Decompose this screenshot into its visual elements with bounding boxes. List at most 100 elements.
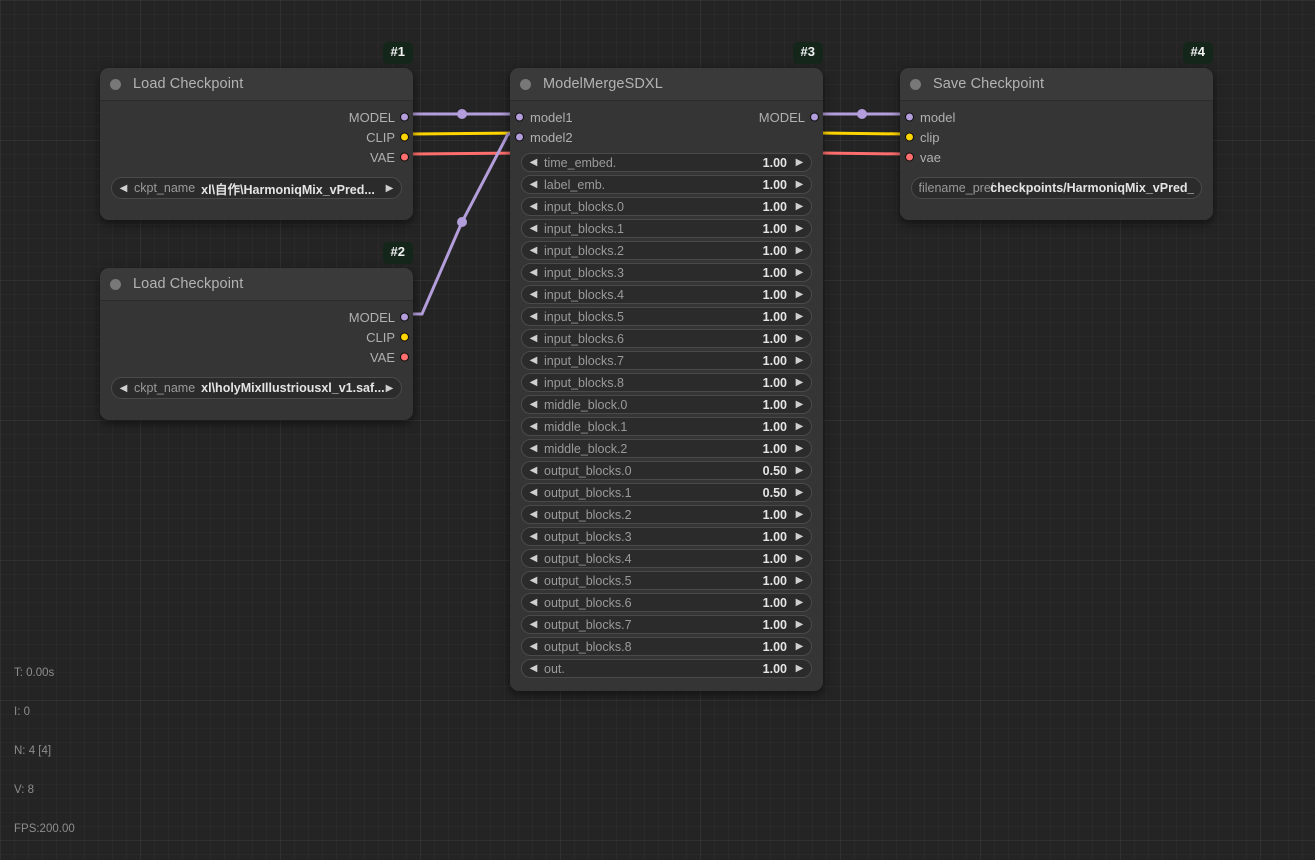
chevron-left-icon[interactable]: ◀ <box>529 158 538 167</box>
widget-merge-ratio[interactable]: ◀middle_block.11.00▶ <box>521 417 812 436</box>
output-slot-vae[interactable]: VAE <box>100 347 413 367</box>
chevron-left-icon[interactable]: ◀ <box>529 642 538 651</box>
chevron-left-icon[interactable]: ◀ <box>529 554 538 563</box>
chevron-left-icon[interactable]: ◀ <box>529 576 538 585</box>
clip-slot-dot[interactable] <box>400 333 409 342</box>
vae-slot-dot[interactable] <box>400 353 409 362</box>
node-title-bar[interactable]: Save Checkpoint <box>900 68 1213 101</box>
chevron-right-icon[interactable]: ▶ <box>795 312 804 321</box>
chevron-right-icon[interactable]: ▶ <box>795 664 804 673</box>
vae-slot-dot[interactable] <box>905 153 914 162</box>
chevron-right-icon[interactable]: ▶ <box>795 158 804 167</box>
widget-merge-ratio[interactable]: ◀input_blocks.81.00▶ <box>521 373 812 392</box>
widget-ckpt-name[interactable]: ◀ ckpt_name xl\自作\HarmoniqMix_vPred... ▶ <box>111 177 402 199</box>
widget-merge-ratio[interactable]: ◀input_blocks.51.00▶ <box>521 307 812 326</box>
chevron-right-icon[interactable]: ▶ <box>795 554 804 563</box>
chevron-left-icon[interactable]: ◀ <box>529 510 538 519</box>
node-title-bar[interactable]: Load Checkpoint <box>100 68 413 101</box>
vae-slot-dot[interactable] <box>400 153 409 162</box>
chevron-left-icon[interactable]: ◀ <box>529 224 538 233</box>
chevron-right-icon[interactable]: ▶ <box>795 290 804 299</box>
input-slot-vae[interactable]: vae <box>900 147 1213 167</box>
input-slot-model2[interactable]: model2 <box>510 127 823 147</box>
chevron-left-icon[interactable]: ◀ <box>529 334 538 343</box>
chevron-right-icon[interactable]: ▶ <box>795 466 804 475</box>
chevron-right-icon[interactable]: ▶ <box>385 184 394 193</box>
widget-merge-ratio[interactable]: ◀output_blocks.61.00▶ <box>521 593 812 612</box>
output-slot-model[interactable]: MODEL <box>100 107 413 127</box>
node-model-merge-sdxl[interactable]: #3 ModelMergeSDXL model1 MODEL model2 <box>510 68 823 691</box>
chevron-right-icon[interactable]: ▶ <box>795 334 804 343</box>
chevron-left-icon[interactable]: ◀ <box>529 400 538 409</box>
node-collapse-icon[interactable] <box>110 79 121 90</box>
widget-merge-ratio[interactable]: ◀output_blocks.41.00▶ <box>521 549 812 568</box>
node-title-bar[interactable]: Load Checkpoint <box>100 268 413 301</box>
chevron-right-icon[interactable]: ▶ <box>795 488 804 497</box>
widget-merge-ratio[interactable]: ◀input_blocks.31.00▶ <box>521 263 812 282</box>
chevron-left-icon[interactable]: ◀ <box>529 180 538 189</box>
chevron-right-icon[interactable]: ▶ <box>795 576 804 585</box>
chevron-right-icon[interactable]: ▶ <box>795 246 804 255</box>
widget-merge-ratio[interactable]: ◀input_blocks.21.00▶ <box>521 241 812 260</box>
chevron-right-icon[interactable]: ▶ <box>795 400 804 409</box>
chevron-left-icon[interactable]: ◀ <box>529 444 538 453</box>
chevron-left-icon[interactable]: ◀ <box>529 620 538 629</box>
chevron-right-icon[interactable]: ▶ <box>795 444 804 453</box>
widget-merge-ratio[interactable]: ◀output_blocks.51.00▶ <box>521 571 812 590</box>
model2-slot-dot[interactable] <box>515 133 524 142</box>
chevron-right-icon[interactable]: ▶ <box>795 356 804 365</box>
chevron-left-icon[interactable]: ◀ <box>529 378 538 387</box>
chevron-right-icon[interactable]: ▶ <box>385 384 394 393</box>
chevron-right-icon[interactable]: ▶ <box>795 180 804 189</box>
model-out-slot-dot[interactable] <box>810 113 819 122</box>
widget-merge-ratio[interactable]: ◀input_blocks.01.00▶ <box>521 197 812 216</box>
chevron-right-icon[interactable]: ▶ <box>795 598 804 607</box>
widget-merge-ratio[interactable]: ◀out.1.00▶ <box>521 659 812 678</box>
model-slot-dot[interactable] <box>400 313 409 322</box>
widget-merge-ratio[interactable]: ◀output_blocks.31.00▶ <box>521 527 812 546</box>
node-collapse-icon[interactable] <box>110 279 121 290</box>
widget-merge-ratio[interactable]: ◀input_blocks.71.00▶ <box>521 351 812 370</box>
model-slot-dot[interactable] <box>905 113 914 122</box>
chevron-left-icon[interactable]: ◀ <box>529 268 538 277</box>
widget-merge-ratio[interactable]: ◀output_blocks.71.00▶ <box>521 615 812 634</box>
widget-ckpt-name[interactable]: ◀ ckpt_name xl\holyMixIllustriousxl_v1.s… <box>111 377 402 399</box>
chevron-right-icon[interactable]: ▶ <box>795 378 804 387</box>
chevron-right-icon[interactable]: ▶ <box>795 532 804 541</box>
widget-merge-ratio[interactable]: ◀middle_block.21.00▶ <box>521 439 812 458</box>
output-slot-model[interactable]: MODEL <box>100 307 413 327</box>
chevron-right-icon[interactable]: ▶ <box>795 224 804 233</box>
widget-merge-ratio[interactable]: ◀input_blocks.11.00▶ <box>521 219 812 238</box>
chevron-left-icon[interactable]: ◀ <box>529 312 538 321</box>
widget-merge-ratio[interactable]: ◀output_blocks.81.00▶ <box>521 637 812 656</box>
chevron-left-icon[interactable]: ◀ <box>529 664 538 673</box>
widget-merge-ratio[interactable]: ◀middle_block.01.00▶ <box>521 395 812 414</box>
input-slot-clip[interactable]: clip <box>900 127 1213 147</box>
chevron-left-icon[interactable]: ◀ <box>529 290 538 299</box>
chevron-left-icon[interactable]: ◀ <box>529 202 538 211</box>
node-title-bar[interactable]: ModelMergeSDXL <box>510 68 823 101</box>
chevron-left-icon[interactable]: ◀ <box>529 422 538 431</box>
chevron-right-icon[interactable]: ▶ <box>795 510 804 519</box>
output-slot-vae[interactable]: VAE <box>100 147 413 167</box>
widget-merge-ratio[interactable]: ◀label_emb.1.00▶ <box>521 175 812 194</box>
model-slot-dot[interactable] <box>400 113 409 122</box>
graph-canvas[interactable]: #1 Load Checkpoint MODEL CLIP VAE ◀ ckpt… <box>0 0 1315 860</box>
node-load-checkpoint-2[interactable]: #2 Load Checkpoint MODEL CLIP VAE ◀ ckpt… <box>100 268 413 420</box>
node-save-checkpoint[interactable]: #4 Save Checkpoint model clip vae filena… <box>900 68 1213 220</box>
chevron-right-icon[interactable]: ▶ <box>795 422 804 431</box>
chevron-left-icon[interactable]: ◀ <box>119 184 128 193</box>
clip-slot-dot[interactable] <box>400 133 409 142</box>
chevron-left-icon[interactable]: ◀ <box>119 384 128 393</box>
widget-merge-ratio[interactable]: ◀output_blocks.21.00▶ <box>521 505 812 524</box>
chevron-left-icon[interactable]: ◀ <box>529 356 538 365</box>
widget-merge-ratio[interactable]: ◀output_blocks.00.50▶ <box>521 461 812 480</box>
chevron-right-icon[interactable]: ▶ <box>795 642 804 651</box>
output-slot-clip[interactable]: CLIP <box>100 127 413 147</box>
chevron-left-icon[interactable]: ◀ <box>529 246 538 255</box>
widget-merge-ratio[interactable]: ◀time_embed.1.00▶ <box>521 153 812 172</box>
output-slot-model[interactable]: MODEL <box>510 107 823 127</box>
chevron-right-icon[interactable]: ▶ <box>795 268 804 277</box>
input-slot-model[interactable]: model <box>900 107 1213 127</box>
widget-merge-ratio[interactable]: ◀input_blocks.61.00▶ <box>521 329 812 348</box>
